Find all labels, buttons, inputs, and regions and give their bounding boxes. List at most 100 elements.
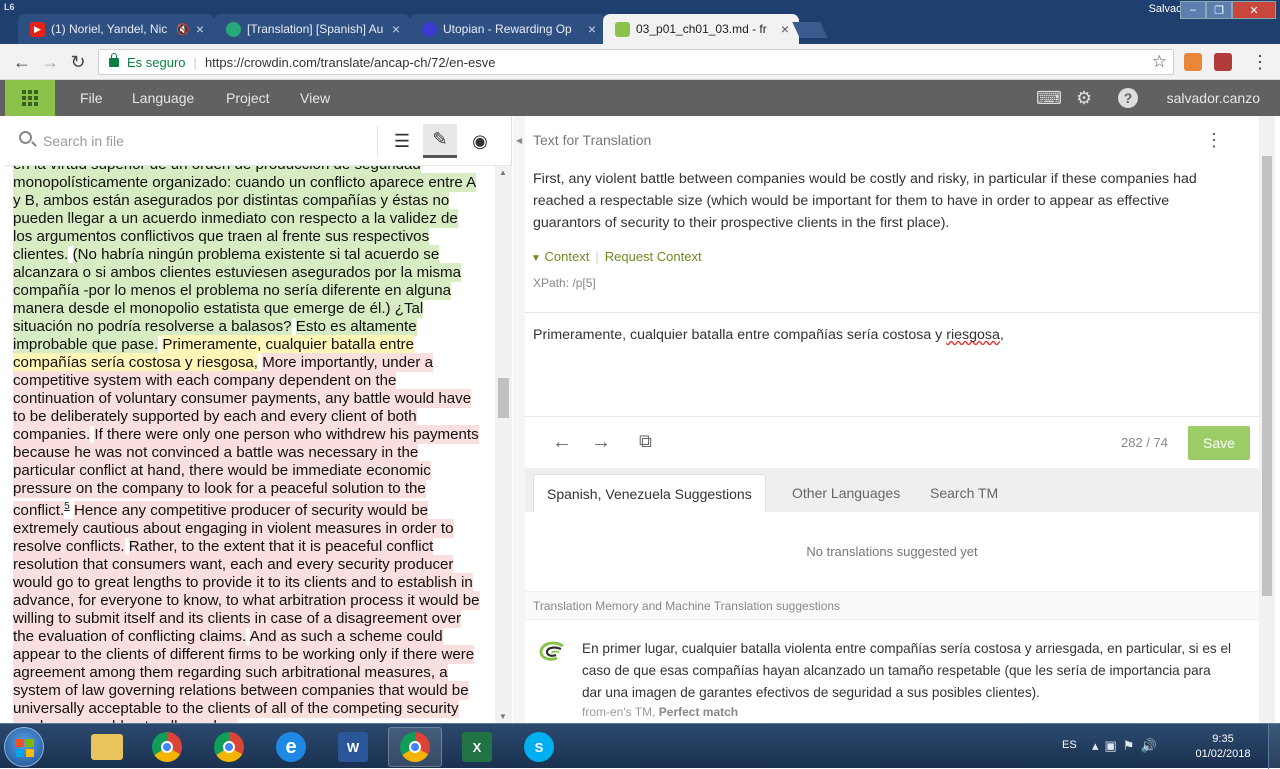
help-icon[interactable]: ?: [1118, 88, 1138, 108]
no-suggestions-message: No translations suggested yet: [525, 512, 1259, 592]
clock[interactable]: 9:35 01/02/2018: [1188, 732, 1258, 762]
extension-icon[interactable]: [1214, 53, 1232, 71]
close-window-button[interactable]: ✕: [1232, 1, 1276, 19]
close-tab-icon[interactable]: ×: [781, 21, 789, 37]
taskbar-excel[interactable]: X: [450, 727, 504, 767]
browser-toolbar: ← → ↻ Es seguro | https://crowdin.com/tr…: [0, 44, 1280, 80]
xpath-label: XPath: /p[5]: [533, 276, 596, 290]
extension-icon[interactable]: [1184, 53, 1202, 71]
editor-menubar: File Language Project View ⌨ ⚙ ? salvado…: [0, 80, 1280, 116]
tm-suggestion-text[interactable]: En primer lugar, cualquier batalla viole…: [582, 638, 1232, 704]
taskbar-chrome[interactable]: [202, 727, 256, 767]
footnote-link[interactable]: 5: [64, 501, 70, 512]
document-text-area[interactable]: en la virtud superior de un orden de pro…: [5, 166, 495, 723]
tm-header-label: Translation Memory and Machine Translati…: [533, 599, 841, 613]
context-row: ▼ Context | Request Context: [531, 249, 702, 264]
start-button[interactable]: [4, 727, 44, 767]
chrome-icon: [152, 732, 182, 762]
reload-icon[interactable]: ↻: [68, 52, 88, 72]
tm-source: from-en's TM,: [582, 705, 656, 719]
user-menu[interactable]: salvador.canzo: [1167, 90, 1260, 106]
context-toggle-icon[interactable]: ▼: [531, 253, 541, 264]
crowdin-icon: [226, 21, 241, 37]
scroll-up-icon[interactable]: ▲: [499, 168, 507, 177]
tab-search-tm[interactable]: Search TM: [917, 474, 1011, 512]
forward-icon[interactable]: →: [40, 52, 60, 72]
back-icon[interactable]: ←: [12, 52, 32, 72]
url-text[interactable]: https://crowdin.com/translate/ancap-ch/7…: [205, 55, 495, 70]
address-separator: |: [193, 54, 197, 70]
translation-text-main[interactable]: Primeramente, cualquier batalla entre co…: [533, 327, 946, 343]
edit-mode-icon[interactable]: ✎: [423, 124, 457, 158]
crowdin-icon: [615, 21, 630, 37]
source-label: Text for Translation: [533, 132, 652, 148]
secure-label: Es seguro: [127, 54, 186, 70]
close-tab-icon[interactable]: ×: [196, 21, 204, 37]
minimize-button[interactable]: –: [1180, 1, 1206, 19]
taskbar-skype[interactable]: S: [512, 727, 566, 767]
tm-suggestion-row[interactable]: En primer lugar, cualquier batalla viole…: [525, 620, 1259, 723]
language-indicator[interactable]: ES: [1062, 739, 1077, 751]
translation-text[interactable]: Primeramente, cualquier batalla entre co…: [533, 327, 1004, 343]
collapse-left-icon[interactable]: ◀: [516, 136, 522, 145]
more-options-icon[interactable]: ⋮: [1205, 130, 1223, 151]
source-text: First, any violent battle between compan…: [533, 171, 1197, 231]
panel-collapse-handle[interactable]: ◀: [513, 116, 525, 723]
tab-other-languages[interactable]: Other Languages: [779, 474, 913, 512]
scroll-thumb[interactable]: [1262, 156, 1272, 596]
search-input[interactable]: [41, 129, 361, 153]
tm-source-label: from-en's TM, Perfect match: [582, 705, 738, 719]
internet-explorer-icon: e: [276, 732, 306, 762]
misspelled-word[interactable]: riesgosa: [946, 327, 1000, 343]
preview-eye-icon[interactable]: ◉: [463, 124, 497, 158]
utopian-icon: [422, 21, 437, 37]
tab-title: (1) Noriel, Yandel, Nic: [51, 22, 168, 36]
tab-title: Utopian - Rewarding Op: [443, 22, 572, 36]
browser-tab-youtube[interactable]: ▶ (1) Noriel, Yandel, Nic 🔇 ×: [18, 14, 214, 44]
skype-icon: S: [524, 732, 554, 762]
close-tab-icon[interactable]: ×: [392, 21, 400, 37]
scroll-down-icon[interactable]: ▼: [499, 712, 507, 721]
scroll-thumb[interactable]: [498, 378, 509, 418]
taskbar-explorer[interactable]: [80, 727, 134, 767]
context-separator: |: [595, 249, 599, 264]
list-view-icon[interactable]: ☰: [385, 124, 419, 158]
translation-editor[interactable]: Primeramente, cualquier batalla entre co…: [525, 312, 1259, 416]
previous-string-icon[interactable]: ←: [552, 431, 572, 454]
gear-icon[interactable]: ⚙: [1076, 88, 1092, 109]
translation-text-tail[interactable]: ,: [1000, 327, 1004, 343]
copy-source-icon[interactable]: ⧉: [639, 431, 652, 452]
toolbar-divider: [377, 126, 378, 156]
request-context-link[interactable]: Request Context: [605, 249, 702, 264]
mute-icon[interactable]: 🔇: [176, 23, 190, 36]
menu-language[interactable]: Language: [132, 90, 194, 106]
keyboard-icon[interactable]: ⌨: [1036, 88, 1062, 109]
menu-project[interactable]: Project: [226, 90, 270, 106]
address-bar[interactable]: Es seguro | https://crowdin.com/translat…: [98, 49, 1174, 75]
close-tab-icon[interactable]: ×: [588, 21, 596, 37]
taskbar-chrome[interactable]: [140, 727, 194, 767]
bookmark-star-icon[interactable]: ☆: [1152, 52, 1167, 72]
maximize-button[interactable]: ❐: [1206, 1, 1232, 19]
folder-icon: [91, 734, 123, 760]
browser-tab-utopian[interactable]: Utopian - Rewarding Op ×: [410, 14, 606, 44]
tab-spanish-venezuela-suggestions[interactable]: Spanish, Venezuela Suggestions: [533, 474, 766, 512]
next-string-icon[interactable]: →: [591, 431, 611, 454]
translation-scrollbar[interactable]: [1259, 116, 1275, 723]
taskbar-word[interactable]: W: [326, 727, 380, 767]
chrome-menu-icon[interactable]: ⋮: [1250, 52, 1270, 72]
browser-tab-translation[interactable]: [Translation] [Spanish] Au ×: [214, 14, 410, 44]
save-button[interactable]: Save: [1188, 426, 1250, 460]
menu-file[interactable]: File: [80, 90, 103, 106]
apps-grid-icon[interactable]: [5, 80, 55, 116]
show-desktop-button[interactable]: [1268, 724, 1280, 769]
browser-tab-strip: L6 ▶ (1) Noriel, Yandel, Nic 🔇 × [Transl…: [0, 0, 1280, 44]
taskbar-internet-explorer[interactable]: e: [264, 727, 318, 767]
system-tray-icons[interactable]: ▴▣⚑🔊: [1092, 738, 1163, 754]
word-icon: W: [338, 732, 368, 762]
taskbar-chrome-active[interactable]: [388, 727, 442, 767]
browser-tab-active[interactable]: 03_p01_ch01_03.md - fr ×: [603, 14, 799, 44]
menu-view[interactable]: View: [300, 90, 330, 106]
document-scrollbar[interactable]: ▲ ▼: [495, 166, 512, 723]
context-link[interactable]: Context: [545, 249, 590, 264]
